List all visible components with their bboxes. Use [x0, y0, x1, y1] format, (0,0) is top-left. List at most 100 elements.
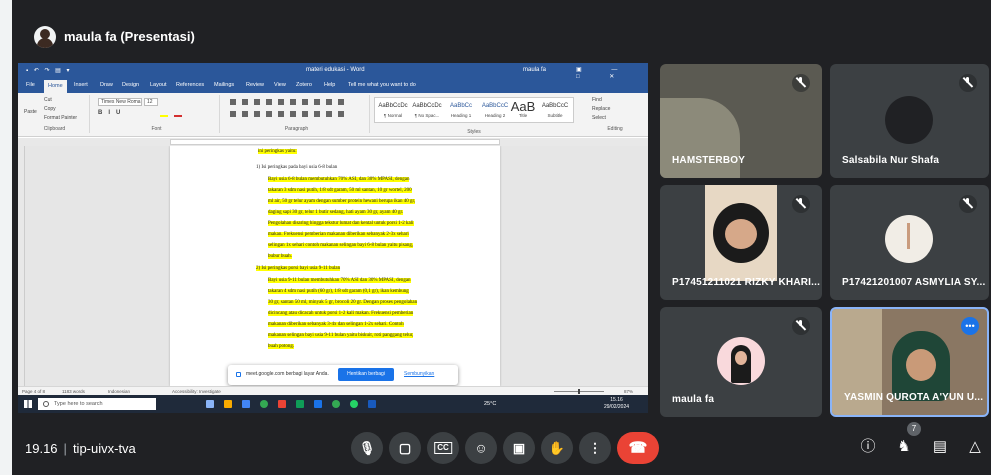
leave-call-button[interactable]: ☎	[617, 432, 659, 464]
present-button[interactable]: ▣	[503, 432, 535, 464]
tab-mailings[interactable]: Mailings	[214, 82, 234, 88]
raise-hand-button[interactable]: ✋	[541, 432, 573, 464]
paragraph-label: Paragraph	[284, 126, 309, 132]
doc-line: bubur buah.	[268, 254, 292, 259]
alignment-buttons[interactable]	[230, 111, 350, 117]
mic-off-icon	[792, 317, 810, 335]
tab-review[interactable]: Review	[246, 82, 264, 88]
people-button[interactable]: ♞	[893, 436, 915, 458]
font-size-select[interactable]: 12	[144, 98, 158, 106]
meeting-info: 19.16 | tip-uivx-tva	[25, 441, 136, 456]
windows-taskbar: Type here to search 25°C 15.16 29/02/2024	[18, 395, 648, 413]
word-active-icon[interactable]	[368, 400, 376, 408]
excel-icon[interactable]	[296, 400, 304, 408]
weather-widget[interactable]: 25°C	[484, 401, 496, 407]
style-heading-1[interactable]: AaBbCc Heading 1	[444, 100, 478, 122]
presentation-header: maula fa (Presentasi)	[12, 10, 991, 54]
mail-icon[interactable]	[242, 400, 250, 408]
ruler-track	[170, 139, 500, 145]
style-no-spacing[interactable]: AaBbCcDc ¶ No Spac...	[410, 100, 444, 122]
accessibility-status[interactable]: Accessibility: Investigate	[172, 389, 221, 394]
more-options-button[interactable]: ⋮	[579, 432, 611, 464]
camera-button[interactable]: ▢	[389, 432, 421, 464]
zoom-slider[interactable]	[554, 389, 604, 394]
tab-view[interactable]: View	[274, 82, 286, 88]
captions-button[interactable]: CC	[427, 432, 459, 464]
tab-home[interactable]: Home	[44, 80, 67, 93]
windows-start-icon[interactable]	[24, 400, 32, 408]
word-icon[interactable]	[314, 400, 322, 408]
file-explorer-icon[interactable]	[224, 400, 232, 408]
cut-button[interactable]: Cut	[44, 97, 52, 103]
doc-line: ml air, 50 gr telur ayam dengan sumber p…	[268, 199, 416, 204]
page-count[interactable]: Page 4 of 8	[22, 389, 45, 394]
taskbar-search[interactable]: Type here to search	[38, 398, 156, 410]
tab-file[interactable]: File	[26, 82, 35, 88]
word-count[interactable]: 1183 words	[62, 389, 85, 394]
participant-tile[interactable]: P17451211021 RIZKY KHARI...	[660, 185, 822, 300]
doc-line: daging sapi 30 gr, telur 1 butir sedang,…	[268, 210, 404, 215]
activities-button[interactable]: △	[964, 436, 986, 458]
meeting-details-button[interactable]: ⓘ	[857, 436, 879, 458]
format-buttons[interactable]: BIU	[98, 110, 126, 116]
highlight-color-icon[interactable]	[160, 109, 168, 117]
paste-button[interactable]: Paste	[24, 109, 37, 115]
participant-tile[interactable]: HAMSTERBOY	[660, 64, 822, 178]
style-normal[interactable]: AaBbCcDc ¶ Normal	[376, 100, 410, 122]
microphone-button[interactable]: 🎙	[351, 432, 383, 464]
tab-design[interactable]: Design	[122, 82, 139, 88]
tab-help[interactable]: Help	[324, 82, 335, 88]
zoom-level[interactable]: 87%	[624, 389, 633, 394]
info-icon: ⓘ	[860, 438, 876, 455]
font-color-icon[interactable]	[174, 109, 182, 117]
font-name-select[interactable]: Times New Roma	[98, 98, 142, 106]
mic-off-icon	[959, 74, 977, 92]
tab-draw[interactable]: Draw	[100, 82, 113, 88]
meeting-code[interactable]: tip-uivx-tva	[73, 441, 136, 456]
tab-references[interactable]: References	[176, 82, 204, 88]
participant-tile[interactable]: P17421201007 ASMYLIA SY...	[830, 185, 989, 300]
taskbar-clock[interactable]: 15.16 29/02/2024	[604, 397, 629, 411]
doc-line: dicincang atau dicacah untuk porsi 1-2 k…	[268, 311, 414, 316]
tab-insert[interactable]: Insert	[74, 82, 88, 88]
quick-access-toolbar[interactable]: ▪ ↶ ↷ ▤ ▾	[26, 67, 72, 74]
window-controls[interactable]: ▣ — □ ✕	[576, 66, 648, 80]
clipboard-label: Clipboard	[43, 126, 66, 132]
stop-sharing-button[interactable]: Hentikan berbagi	[338, 368, 394, 381]
copy-button[interactable]: Copy	[44, 106, 56, 112]
clipboard-group: Paste Cut Copy Format Painter Clipboard	[20, 95, 90, 133]
style-title[interactable]: AaB Title	[506, 100, 540, 122]
chrome-icon[interactable]	[260, 400, 268, 408]
task-view-icon[interactable]	[206, 400, 214, 408]
whatsapp-icon[interactable]	[350, 400, 358, 408]
style-subtitle[interactable]: AaBbCcC Subtitle	[538, 100, 572, 122]
doc-line: makan. Frekuensi pemberian makanan diber…	[268, 232, 409, 237]
participant-tile-speaking[interactable]: ••• YASMIN QUROTA A'YUN U...	[830, 307, 989, 417]
select-button[interactable]: Select	[592, 115, 606, 121]
document-page[interactable]: ini peringkas yaitu: 1) Isi peringkas pa…	[170, 146, 500, 386]
participant-tile[interactable]: maula fa	[660, 307, 822, 417]
present-screen-icon: ▣	[512, 440, 526, 456]
reactions-button[interactable]: ☺	[465, 432, 497, 464]
chat-button[interactable]: ▤	[929, 436, 951, 458]
list-buttons[interactable]	[230, 99, 350, 105]
spotify-icon[interactable]	[332, 400, 340, 408]
doc-line: takaran 3 sdm nasi putih, 1/8 sdt garam,…	[268, 188, 412, 193]
tab-zotero[interactable]: Zotero	[296, 82, 312, 88]
word-user[interactable]: maula fa	[523, 67, 546, 73]
hide-share-bar-link[interactable]: Sembunyikan	[404, 371, 434, 377]
doc-line: 2) Isi peringkas porsi bayi usia 9-11 bu…	[256, 266, 341, 271]
tell-me-search[interactable]: Tell me what you want to do	[348, 82, 416, 88]
app-icon[interactable]	[278, 400, 286, 408]
paragraph-group: Paragraph	[224, 95, 370, 133]
tab-layout[interactable]: Layout	[150, 82, 167, 88]
language-status[interactable]: Indonesian	[108, 389, 130, 394]
participant-tile[interactable]: Salsabila Nur Shafa	[830, 64, 989, 178]
screen-share-bar: meet.google.com berbagi layar Anda. Hent…	[228, 365, 458, 385]
find-button[interactable]: Find	[592, 97, 602, 103]
doc-line: makanan diberikan sebanyak 3-4x dan seli…	[268, 322, 404, 327]
doc-line: Bayi usia 9-11 bulan membutuhkan 70% ASI…	[268, 278, 411, 283]
captions-icon: CC	[434, 442, 452, 454]
replace-button[interactable]: Replace	[592, 106, 610, 112]
format-painter-button[interactable]: Format Painter	[44, 115, 77, 121]
